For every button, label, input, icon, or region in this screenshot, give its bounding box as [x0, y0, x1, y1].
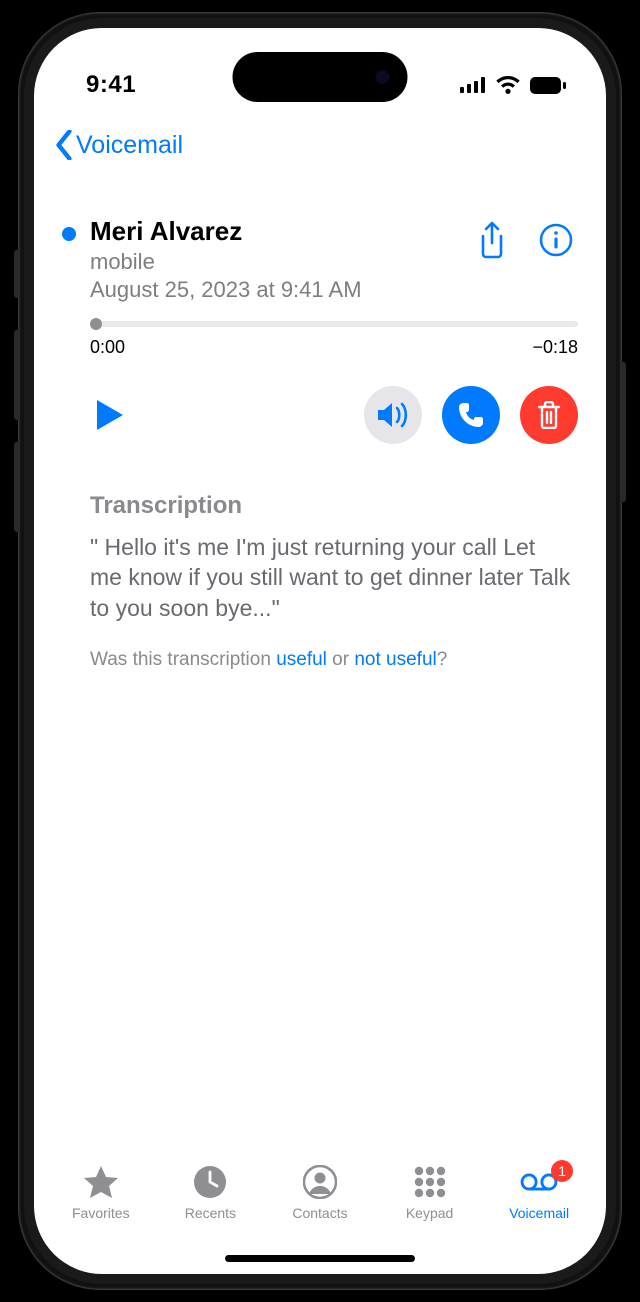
back-label: Voicemail	[76, 131, 183, 160]
trash-icon	[537, 401, 561, 429]
feedback-prefix: Was this transcription	[90, 649, 276, 670]
feedback-or: or	[327, 649, 354, 670]
transcription-feedback: Was this transcription useful or not use…	[90, 649, 578, 671]
share-icon	[477, 221, 507, 259]
status-time: 9:41	[86, 71, 136, 99]
star-icon	[83, 1165, 119, 1199]
tab-favorites[interactable]: Favorites	[51, 1164, 151, 1221]
info-button[interactable]	[536, 220, 576, 260]
feedback-not-useful-link[interactable]: not useful	[354, 649, 436, 670]
transcription-heading: Transcription	[90, 492, 578, 520]
side-button-vol-down	[14, 442, 20, 532]
scrubber-track[interactable]	[90, 321, 578, 327]
wifi-icon	[496, 76, 520, 94]
side-button-vol-up	[14, 330, 20, 420]
voicemail-detail: Meri Alvarez mobile August 25, 2023 at 9…	[34, 160, 606, 1150]
transcription-body: " Hello it's me I'm just returning your …	[90, 532, 578, 623]
side-button-power	[620, 362, 626, 502]
playback-controls	[88, 386, 578, 444]
transcription-section: Transcription " Hello it's me I'm just r…	[90, 492, 578, 671]
tab-label: Keypad	[406, 1205, 453, 1221]
tab-keypad[interactable]: Keypad	[380, 1164, 480, 1221]
voicemail-meta: Meri Alvarez mobile August 25, 2023 at 9…	[90, 216, 472, 303]
tab-label: Recents	[185, 1205, 236, 1221]
delete-button[interactable]	[520, 386, 578, 444]
home-indicator[interactable]	[225, 1255, 415, 1262]
caller-line-type: mobile	[90, 249, 472, 275]
cellular-icon	[460, 77, 486, 93]
play-icon	[95, 398, 125, 432]
keypad-icon	[413, 1165, 447, 1199]
status-icons	[460, 76, 566, 94]
info-icon	[539, 223, 573, 257]
side-button-silent	[14, 250, 20, 298]
tab-label: Favorites	[72, 1205, 130, 1221]
playback-scrubber[interactable]: 0:00 −0:18	[90, 321, 578, 358]
header-actions	[472, 220, 576, 260]
speaker-icon	[376, 401, 410, 429]
feedback-suffix: ?	[437, 649, 448, 670]
share-button[interactable]	[472, 220, 512, 260]
tab-voicemail[interactable]: 1 Voicemail	[489, 1164, 589, 1221]
chevron-left-icon	[54, 130, 74, 160]
screen: 9:41 Voicemail Meri Alvarez mobile Augus…	[34, 28, 606, 1274]
feedback-useful-link[interactable]: useful	[276, 649, 327, 670]
time-remaining: −0:18	[532, 337, 578, 358]
caller-name: Meri Alvarez	[90, 216, 472, 247]
caller-timestamp: August 25, 2023 at 9:41 AM	[90, 277, 472, 303]
clock-icon	[193, 1165, 227, 1199]
tab-label: Voicemail	[509, 1205, 569, 1221]
call-back-button[interactable]	[442, 386, 500, 444]
tab-label: Contacts	[292, 1205, 347, 1221]
phone-icon	[457, 401, 485, 429]
voicemail-badge: 1	[551, 1160, 573, 1182]
dynamic-island	[233, 52, 408, 102]
person-icon	[303, 1165, 337, 1199]
tab-recents[interactable]: Recents	[160, 1164, 260, 1221]
back-button[interactable]: Voicemail	[34, 116, 606, 160]
play-button[interactable]	[88, 393, 132, 437]
speaker-button[interactable]	[364, 386, 422, 444]
time-row: 0:00 −0:18	[90, 337, 578, 358]
voicemail-header: Meri Alvarez mobile August 25, 2023 at 9…	[62, 216, 578, 303]
battery-icon	[530, 77, 566, 94]
tab-contacts[interactable]: Contacts	[270, 1164, 370, 1221]
time-elapsed: 0:00	[90, 337, 125, 358]
scrubber-thumb[interactable]	[90, 318, 102, 330]
unread-indicator	[62, 227, 76, 241]
